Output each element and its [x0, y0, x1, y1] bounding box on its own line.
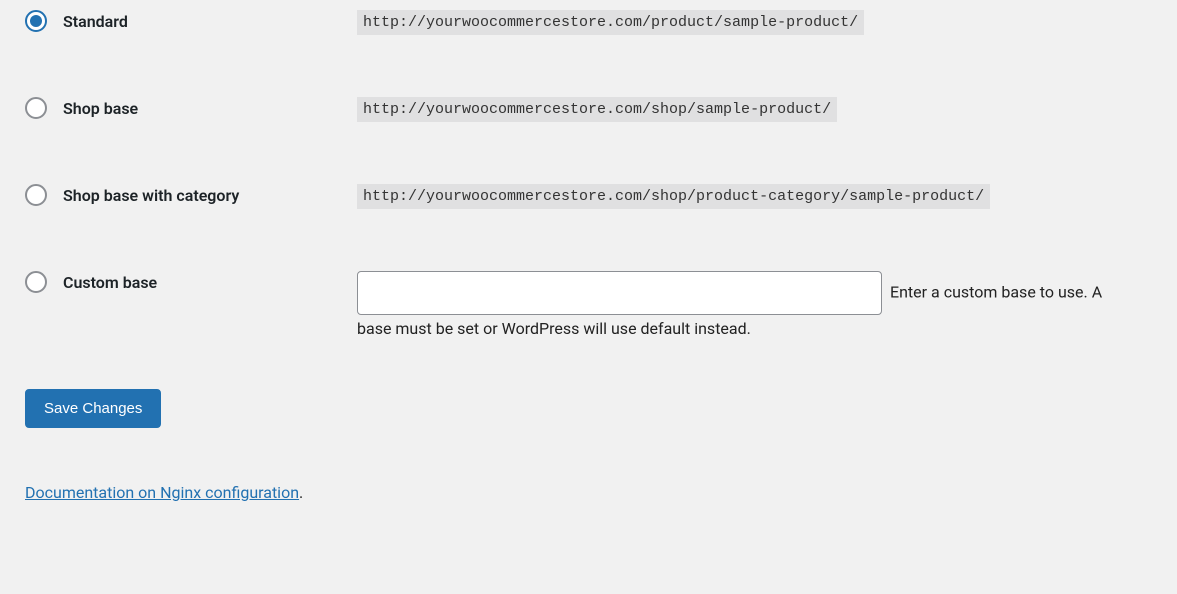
period: . [299, 483, 303, 502]
nginx-doc-link[interactable]: Documentation on Nginx configuration [25, 483, 299, 502]
save-changes-button[interactable]: Save Changes [25, 389, 161, 428]
label-shop-base-category[interactable]: Shop base with category [63, 186, 239, 205]
radio-shop-base[interactable] [25, 97, 47, 119]
option-row-shop-base-category: Shop base with category http://yourwooco… [25, 184, 1152, 209]
value-col: http://yourwoocommercestore.com/shop/sam… [357, 97, 1152, 122]
radio-dot-icon [30, 15, 42, 27]
url-shop-base-category: http://yourwoocommercestore.com/shop/pro… [357, 184, 990, 209]
custom-col: Enter a custom base to use. A base must … [357, 271, 1152, 344]
radio-label-group: Shop base [25, 97, 357, 119]
radio-label-group: Standard [25, 10, 357, 32]
url-standard: http://yourwoocommercestore.com/product/… [357, 10, 864, 35]
label-custom[interactable]: Custom base [63, 273, 157, 292]
value-col: http://yourwoocommercestore.com/shop/pro… [357, 184, 1152, 209]
radio-standard[interactable] [25, 10, 47, 32]
option-row-custom: Custom base Enter a custom base to use. … [25, 271, 1152, 344]
radio-shop-base-category[interactable] [25, 184, 47, 206]
radio-label-group: Custom base [25, 271, 357, 293]
option-row-shop-base: Shop base http://yourwoocommercestore.co… [25, 97, 1152, 122]
value-col: http://yourwoocommercestore.com/product/… [357, 10, 1152, 35]
doc-link-row: Documentation on Nginx configuration. [25, 483, 1152, 502]
radio-label-group: Shop base with category [25, 184, 357, 206]
option-row-standard: Standard http://yourwoocommercestore.com… [25, 10, 1152, 35]
url-shop-base: http://yourwoocommercestore.com/shop/sam… [357, 97, 837, 122]
label-shop-base[interactable]: Shop base [63, 99, 138, 118]
custom-base-input[interactable] [357, 271, 882, 315]
radio-custom[interactable] [25, 271, 47, 293]
label-standard[interactable]: Standard [63, 12, 128, 31]
